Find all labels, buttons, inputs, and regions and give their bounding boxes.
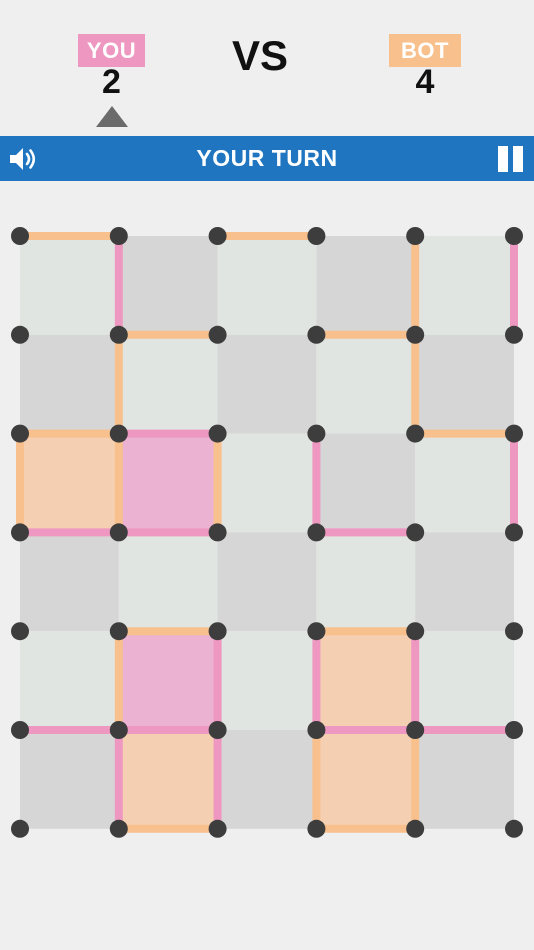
board-dot [406,721,425,739]
claimed-box [316,730,416,829]
board-dot [307,622,326,641]
board-cell [217,631,317,730]
bot-score: 4 [415,63,435,101]
claimed-box [118,433,218,533]
board-cell [217,433,317,533]
board-dot [505,424,523,443]
board-cell [415,236,514,335]
game-board[interactable] [0,210,534,850]
board-cell [20,532,119,632]
board-dot [11,721,29,739]
claimed-box [20,433,119,533]
board-dot [505,523,523,542]
board-dot [307,721,326,739]
board-dot [307,523,326,542]
board-cell [316,236,416,335]
board-cell [217,334,317,434]
board-dot [307,227,326,245]
board-cell [316,334,416,434]
claimed-box [118,631,218,730]
board-dot [505,227,523,245]
turn-indicator-icon [96,106,128,127]
board-cell [20,730,119,829]
board-dot [406,227,425,245]
board-dot [208,819,227,838]
board-dot [109,721,128,739]
board-dot [307,424,326,443]
board-dot [208,227,227,245]
board-dot [109,227,128,245]
board-dot [208,424,227,443]
board-dot [208,325,227,344]
board-cell [415,433,514,533]
player-score: 2 [102,63,121,101]
board-dot [208,523,227,542]
board-cell [20,631,119,730]
board-dot [11,523,29,542]
board-dot [208,721,227,739]
board-cell [415,631,514,730]
turn-status: YOUR TURN [196,145,338,171]
board-dot [11,227,29,245]
board-dot [307,325,326,344]
board-dot [406,819,425,838]
board-cell [415,730,514,829]
board-dot [505,622,523,641]
board-dot [208,622,227,641]
board-dot [307,819,326,838]
claimed-box [118,730,218,829]
board-dot [11,819,29,838]
board-dot [406,424,425,443]
board-cell [316,532,416,632]
board-cell [217,730,317,829]
board-dot [11,622,29,641]
board-cell [118,334,218,434]
board-dot [109,424,128,443]
board-dot [109,819,128,838]
board-dot [406,523,425,542]
board-dot [505,325,523,344]
board-dot [109,325,128,344]
board-cell [217,532,317,632]
claimed-box [316,631,416,730]
board-dot [109,622,128,641]
board-dot [406,622,425,641]
pause-icon [498,146,508,172]
board-cell [20,334,119,434]
board-cell [415,532,514,632]
board-cell [415,334,514,434]
board-dot [505,819,523,838]
board-dot [11,325,29,344]
turn-bar: YOUR TURN [0,136,534,181]
board-cell [118,236,218,335]
board-dot [109,523,128,542]
board-dot [505,721,523,739]
board-cell [20,236,119,335]
board-dot [406,325,425,344]
board-dot [11,424,29,443]
board-cell [118,532,218,632]
pause-button[interactable] [498,146,524,172]
board-cell [316,433,416,533]
board-cell [217,236,317,335]
vs-label: VS [231,32,289,79]
